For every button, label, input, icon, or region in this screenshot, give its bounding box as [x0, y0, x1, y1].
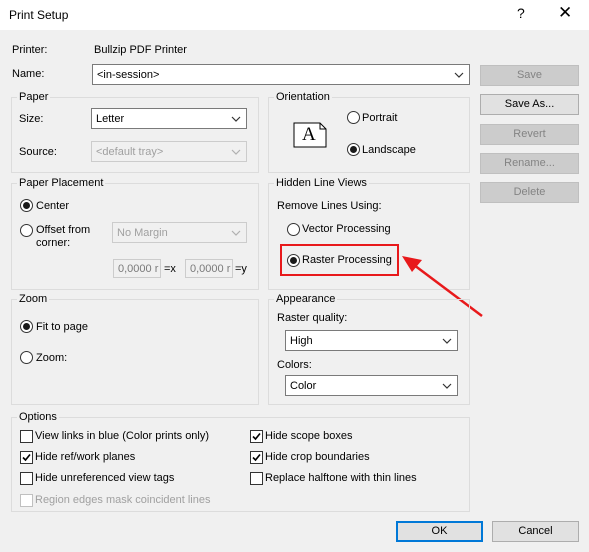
delete-button[interactable]: Delete [480, 182, 579, 203]
paper-size-value: Letter [96, 113, 125, 125]
paper-source-value: <default tray> [96, 146, 164, 158]
help-button[interactable]: ? [517, 5, 525, 21]
chevron-down-icon [454, 72, 464, 78]
offset-radio[interactable] [20, 224, 33, 237]
paper-size-dropdown[interactable]: Letter [91, 108, 247, 129]
printer-label: Printer: [12, 44, 48, 56]
rename-button[interactable]: Rename... [480, 153, 579, 174]
option-label-hide-ref-work-planes[interactable]: Hide ref/work planes [35, 451, 135, 463]
colors-value: Color [290, 380, 317, 392]
name-value: <in-session> [97, 69, 160, 81]
center-label[interactable]: Center [36, 200, 69, 212]
save-as-button[interactable]: Save As... [480, 94, 579, 115]
option-label-hide-crop-boundaries[interactable]: Hide crop boundaries [265, 451, 370, 463]
raster-quality-dropdown[interactable]: High [285, 330, 458, 351]
appearance-group-title: Appearance [274, 293, 338, 305]
chevron-down-icon [231, 149, 241, 155]
offset-y-value: 0,0000 r [190, 263, 231, 275]
option-label-view-links-blue[interactable]: View links in blue (Color prints only) [35, 430, 209, 442]
option-label-hide-scope-boxes[interactable]: Hide scope boxes [265, 430, 352, 442]
revert-button[interactable]: Revert [480, 124, 579, 145]
fit-to-page-label[interactable]: Fit to page [36, 321, 88, 333]
paper-placement-group-title: Paper Placement [17, 177, 106, 189]
orientation-group-title: Orientation [274, 91, 332, 103]
offset-x-label: =x [164, 263, 176, 275]
zoom-group-title: Zoom [17, 293, 50, 305]
paper-source-dropdown[interactable]: <default tray> [91, 141, 247, 162]
colors-label: Colors: [277, 359, 312, 371]
fit-to-page-radio[interactable] [20, 320, 33, 333]
orientation-icon-letter: A [302, 124, 316, 145]
option-checkbox-hide-ref-work-planes[interactable] [20, 451, 33, 464]
landscape-label[interactable]: Landscape [362, 144, 416, 156]
paper-size-label: Size: [19, 113, 44, 125]
title-bar: Print Setup ? ✕ [0, 0, 589, 30]
offset-label-line2[interactable]: corner: [36, 237, 70, 249]
checkmark-icon [252, 432, 261, 441]
option-checkbox-hide-scope-boxes[interactable] [250, 430, 263, 443]
raster-quality-value: High [290, 335, 313, 347]
colors-dropdown[interactable]: Color [285, 375, 458, 396]
portrait-label[interactable]: Portrait [362, 112, 397, 124]
raster-processing-highlight-box [280, 244, 399, 276]
paper-source-label: Source: [19, 146, 57, 158]
center-radio[interactable] [20, 199, 33, 212]
checkmark-icon [22, 453, 31, 462]
option-checkbox-view-links-blue[interactable] [20, 430, 33, 443]
zoom-radio[interactable] [20, 351, 33, 364]
hidden-line-views-group-title: Hidden Line Views [274, 177, 369, 189]
option-checkbox-replace-halftone[interactable] [250, 472, 263, 485]
close-button[interactable]: ✕ [558, 3, 572, 23]
option-checkbox-hide-unreferenced-tags[interactable] [20, 472, 33, 485]
margin-value: No Margin [117, 227, 168, 239]
chevron-down-icon [442, 383, 452, 389]
chevron-down-icon [231, 116, 241, 122]
vector-processing-label[interactable]: Vector Processing [302, 223, 391, 235]
paper-group-title: Paper [17, 91, 51, 103]
offset-label-line1[interactable]: Offset from [36, 224, 90, 236]
option-label-hide-unreferenced-tags[interactable]: Hide unreferenced view tags [35, 472, 174, 484]
chevron-down-icon [442, 338, 452, 344]
option-checkbox-region-edges[interactable] [20, 494, 33, 507]
option-label-replace-halftone[interactable]: Replace halftone with thin lines [265, 472, 417, 484]
name-dropdown[interactable]: <in-session> [92, 64, 470, 85]
offset-y-input[interactable]: 0,0000 r [185, 259, 233, 278]
portrait-radio[interactable] [347, 111, 360, 124]
zoom-label[interactable]: Zoom: [36, 352, 67, 364]
chevron-down-icon [231, 230, 241, 236]
options-group-title: Options [17, 411, 59, 423]
remove-lines-label: Remove Lines Using: [277, 200, 382, 212]
cancel-button[interactable]: Cancel [492, 521, 579, 542]
option-checkbox-hide-crop-boundaries[interactable] [250, 451, 263, 464]
margin-dropdown[interactable]: No Margin [112, 222, 247, 243]
checkmark-icon [252, 453, 261, 462]
ok-button[interactable]: OK [396, 521, 483, 542]
offset-y-label: =y [235, 263, 247, 275]
vector-processing-radio[interactable] [287, 223, 300, 236]
offset-x-value: 0,0000 r [118, 263, 159, 275]
raster-quality-label: Raster quality: [277, 312, 348, 324]
option-label-region-edges[interactable]: Region edges mask coincident lines [35, 494, 211, 506]
save-button[interactable]: Save [480, 65, 579, 86]
name-label: Name: [12, 68, 45, 80]
landscape-radio[interactable] [347, 143, 360, 156]
offset-x-input[interactable]: 0,0000 r [113, 259, 161, 278]
window-title: Print Setup [9, 8, 69, 22]
printer-value: Bullzip PDF Printer [94, 44, 187, 56]
